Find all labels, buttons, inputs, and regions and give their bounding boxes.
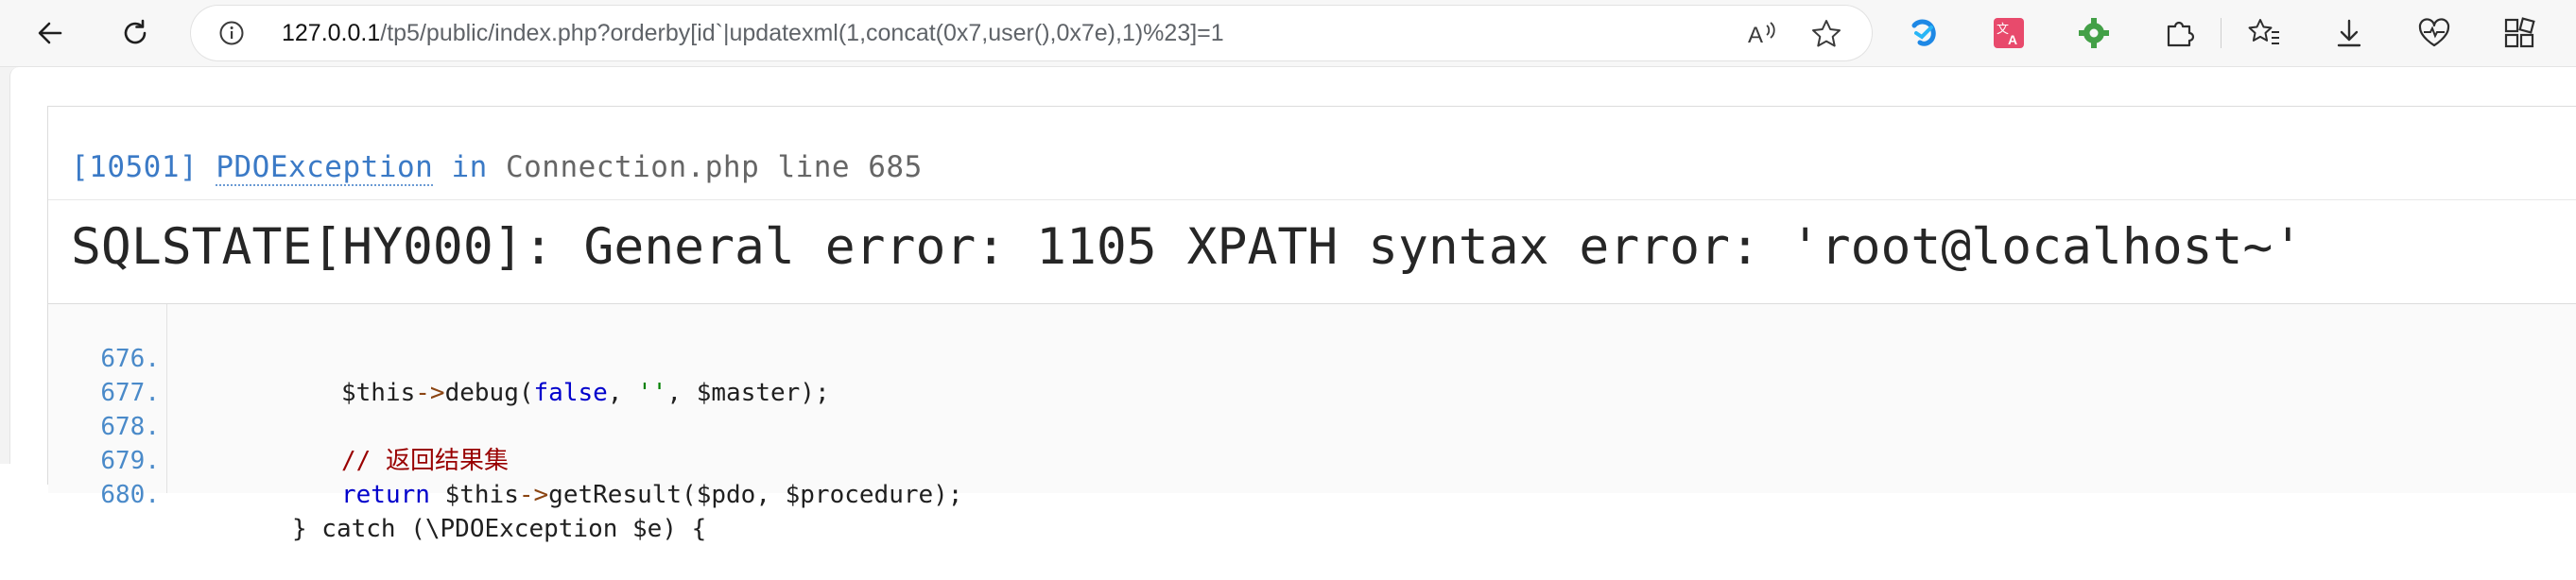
code-line: 676. $this->debug(false, '', $master); [48, 308, 2576, 342]
back-arrow-icon[interactable] [28, 11, 72, 55]
exception-file: Connection.php [506, 150, 759, 184]
refresh-icon[interactable] [113, 11, 157, 55]
info-icon[interactable] [217, 19, 246, 47]
code-line: 680. } catch (\PDOException $e) { [48, 444, 2576, 478]
source-code-view: 676. $this->debug(false, '', $master); 6… [48, 304, 2576, 493]
svg-text:A: A [1748, 23, 1763, 48]
header-divider [48, 199, 2576, 200]
translate-icon[interactable]: 文A [1989, 13, 2029, 53]
browser-essentials-icon[interactable] [2414, 13, 2454, 53]
exception-in-word: in [451, 150, 487, 184]
url-host: 127.0.0.1 [282, 20, 380, 46]
exception-line-word: line [777, 150, 850, 184]
exception-message: SQLSTATE[HY000]: General error: 1105 XPA… [71, 218, 2303, 276]
code-rest: getResult($pdo, $procedure); [548, 481, 962, 509]
read-aloud-icon[interactable]: A [1745, 17, 1779, 51]
code-line: 679. return $this->getResult($pdo, $proc… [48, 410, 2576, 444]
puzzle-icon[interactable] [2159, 13, 2199, 53]
url-path: /tp5/public/index.php?orderby[id`|update… [380, 20, 1223, 46]
code-var: $this [445, 481, 519, 509]
url-text[interactable]: 127.0.0.1/tp5/public/index.php?orderby[i… [282, 6, 1224, 60]
star-icon[interactable] [1809, 17, 1843, 51]
code-rest: } catch (\PDOException $e) { [292, 512, 706, 546]
code-keyword: return [341, 481, 430, 509]
svg-text:A: A [2008, 32, 2017, 47]
line-number: 680. [48, 478, 160, 512]
exception-location: [10501] PDOException in Connection.php l… [71, 150, 923, 184]
download-icon[interactable] [2329, 13, 2369, 53]
exception-class-link[interactable]: PDOException [216, 150, 433, 186]
address-bar[interactable]: 127.0.0.1/tp5/public/index.php?orderby[i… [191, 6, 1872, 60]
exception-code: [10501] [71, 150, 198, 184]
extension-blue-icon[interactable] [1904, 13, 1944, 53]
exception-panel: [10501] PDOException in Connection.php l… [47, 106, 2576, 485]
code-line: 677. [48, 342, 2576, 376]
toolbar-separator [2221, 18, 2222, 48]
code-arrow: -> [519, 481, 548, 509]
green-gear-extension-icon[interactable] [2074, 13, 2114, 53]
exception-header: [10501] PDOException in Connection.php l… [48, 107, 2576, 304]
exception-line-number: 685 [868, 150, 923, 184]
collections-icon[interactable] [2499, 13, 2539, 53]
favorites-icon[interactable] [2244, 13, 2284, 53]
code-line: 678. // 返回结果集 [48, 376, 2576, 410]
browser-toolbar: 127.0.0.1/tp5/public/index.php?orderby[i… [0, 0, 2576, 67]
